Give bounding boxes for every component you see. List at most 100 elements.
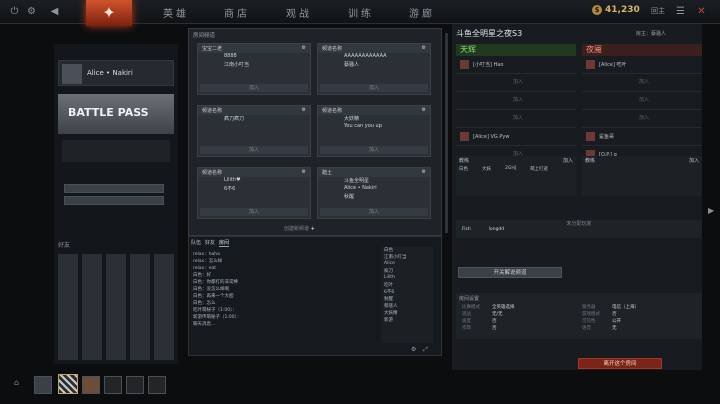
lobby-card[interactable]: 频道名称 ⚙ Lilith♥ 6不6 加入 (197, 167, 311, 219)
player-slot[interactable]: 鲨鱼哥 (582, 128, 702, 146)
profile-card[interactable]: Alice • Nakiri (58, 60, 174, 86)
member-entry[interactable]: Alice (381, 261, 433, 268)
tab-friends[interactable]: 好友 (205, 239, 215, 247)
expand-icon[interactable]: ⤢ (423, 346, 433, 354)
toolbar-slot[interactable] (34, 376, 52, 394)
join-lobby-button[interactable]: 加入 (200, 84, 308, 92)
join-slot-button[interactable]: 加入 (460, 115, 576, 122)
setting-row: 观战 无/无 游戏模式 否 (462, 311, 702, 318)
nav-watch[interactable]: 观战 (286, 5, 312, 20)
lobby-card[interactable]: 频道名称 ⚙ 疯刀疯刀加入 (197, 105, 311, 157)
lock-icon: ⚙ (301, 107, 306, 113)
next-arrow-icon[interactable]: ▶ (708, 206, 714, 215)
player-slot[interactable]: [Alice] VG.Pyw (456, 128, 576, 146)
row-value: 疯刀疯刀 (224, 116, 245, 122)
profile-name: Alice • Nakiri (87, 69, 133, 77)
profile-button-1[interactable] (64, 184, 164, 193)
player-slot[interactable]: 加入 (582, 92, 702, 110)
member-entry[interactable]: 秋醒 (381, 296, 433, 303)
member-entry[interactable]: 吃叶 (381, 282, 433, 289)
friends-label: 好友 (58, 242, 71, 249)
player-slot[interactable]: [小叮当] Hao (456, 56, 576, 74)
nav-heroes[interactable]: 英雄 (163, 5, 189, 20)
nav-store[interactable]: 商店 (224, 5, 250, 20)
toolbar-slot[interactable] (82, 376, 100, 394)
coach-join-button[interactable]: 加入 (563, 157, 573, 164)
player-slot[interactable]: 加入 (456, 110, 576, 128)
battle-pass-banner[interactable]: BATTLE PASS (58, 94, 174, 134)
lobby-card[interactable]: 频道名称 ⚙ AAAAAAAAAAAA 蔡骚人 加入 (317, 43, 431, 95)
unassigned-player[interactable]: Fish (462, 227, 471, 232)
return-home-button[interactable]: 回主 (651, 6, 665, 16)
join-slot-button[interactable]: 加入 (586, 97, 702, 104)
lobby-card-row: 秋醒 (318, 193, 430, 201)
nav-arcade[interactable]: 游廊 (409, 5, 435, 20)
unassigned-title: 未分配玩家 (566, 221, 592, 227)
lobby-card-row: 8888 (198, 53, 310, 61)
setting-value: 否 (492, 319, 497, 324)
lobby-card-row: 大妖精 (318, 115, 430, 123)
profile-button-2[interactable] (64, 196, 164, 205)
join-lobby-button[interactable]: 加入 (200, 146, 308, 154)
player-slot[interactable]: 加入 (582, 74, 702, 92)
lobby-card[interactable]: 频道名称 ⚙ 大妖精 You can you up 加入 (317, 105, 431, 157)
member-entry[interactable]: 江南小叮当 (381, 254, 433, 261)
member-entry[interactable]: 6不6 (381, 289, 433, 296)
settings-icon[interactable]: ⚙ (25, 5, 38, 18)
player-slot[interactable]: 加入 (456, 74, 576, 92)
join-lobby-button[interactable]: 加入 (320, 84, 428, 92)
member-entry[interactable]: 蔡骚人 (381, 303, 433, 310)
leave-room-button[interactable]: 离开这个房间 (578, 358, 662, 369)
join-slot-button[interactable]: 加入 (460, 97, 576, 104)
dota-logo-button[interactable]: ✦ (86, 0, 132, 26)
open-commentary-button[interactable]: 开关解说频道 (458, 267, 562, 278)
row-value: 蔡骚人 (344, 62, 360, 68)
dota-logo-icon: ✦ (102, 3, 116, 22)
power-icon[interactable]: ⏻ (8, 5, 21, 18)
member-entry[interactable]: 疯刀 (381, 268, 433, 275)
tab-team[interactable]: 队伍 (191, 239, 201, 247)
toolbar-slot[interactable] (126, 376, 144, 394)
row-key (322, 61, 344, 69)
coach-join-button[interactable]: 加入 (689, 157, 699, 164)
setting-value: 电信（上海） (612, 305, 639, 310)
settings-icon[interactable]: ⚙ (411, 346, 421, 354)
radiant-team: 天辉 [小叮当] Hao 加入 加入 加入 [Alice] VG.Pyw 加入 (456, 44, 576, 164)
toolbar-active-slot[interactable] (58, 374, 78, 394)
join-slot-button[interactable]: 加入 (460, 79, 576, 86)
toolbar-slot[interactable] (104, 376, 122, 394)
join-slot-button[interactable]: 加入 (586, 79, 702, 86)
member-entry[interactable]: Lilith (381, 275, 433, 282)
back-arrow-icon[interactable]: ◀ (48, 5, 61, 18)
toolbar-icon[interactable]: ⌂ (14, 378, 28, 390)
close-icon[interactable]: ✕ (695, 5, 708, 18)
join-lobby-button[interactable]: 加入 (320, 208, 428, 216)
nav-learn[interactable]: 训练 (348, 5, 374, 20)
join-lobby-button[interactable]: 加入 (320, 146, 428, 154)
setting-row: 速度 否 可见性 公开 (462, 318, 702, 325)
member-entry[interactable]: 大妖精 (381, 310, 433, 317)
setting-row: 比赛模式 全英雄选择 服务器 电信（上海） (462, 304, 702, 311)
scrollbar[interactable] (445, 33, 448, 233)
lobby-card[interactable]: 宝宝二老 ⚙ 8888 江南小叮当 加入 (197, 43, 311, 95)
member-entry[interactable]: 白色 (381, 247, 433, 254)
lobby-card[interactable]: 踏土 ⚙ 斗鱼全明星 Alice • Nakiri 秋醒 加入 (317, 167, 431, 219)
join-lobby-button[interactable]: 加入 (200, 208, 308, 216)
coach-header: 教练 加入 (456, 156, 576, 165)
create-channel-button[interactable]: 创建新频道 + (284, 225, 315, 232)
friends-grid[interactable] (58, 254, 174, 360)
join-slot-button[interactable]: 加入 (586, 115, 702, 122)
player-slot[interactable]: 加入 (456, 92, 576, 110)
toolbar-slot[interactable] (148, 376, 166, 394)
chat-tabs: 队伍 好友 房间 (191, 239, 230, 247)
lobby-name: 频道名称 (202, 108, 223, 114)
player-slot[interactable]: [Alice] 吃叶 (582, 56, 702, 74)
chat-icon[interactable]: ☰ (674, 5, 687, 18)
member-entry[interactable]: 新游 (381, 317, 433, 324)
unassigned-player[interactable]: longdd (489, 227, 504, 232)
player-slot[interactable]: 加入 (582, 110, 702, 128)
chat-line: relax：haha (193, 252, 220, 257)
tab-room[interactable]: 房间 (219, 239, 230, 247)
dire-header: 夜魇 (582, 44, 702, 56)
top-bar: ⏻ ⚙ ◀ ✦ 英雄 商店 观战 训练 游廊 $41,230 回主 ☰ ✕ (0, 0, 720, 26)
